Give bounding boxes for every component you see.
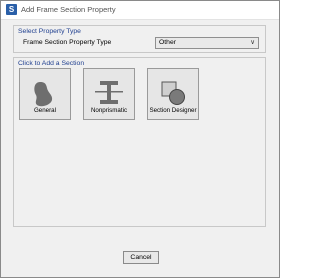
select-property-type-label: Select Property Type — [18, 28, 81, 35]
add-frame-section-property-dialog: S Add Frame Section Property Select Prop… — [0, 0, 280, 278]
dropdown-selected-value: Other — [159, 39, 176, 46]
general-button-label: General — [33, 107, 56, 114]
title-bar[interactable]: S Add Frame Section Property — [1, 1, 279, 20]
frame-section-property-type-label: Frame Section Property Type — [23, 39, 112, 46]
window-title: Add Frame Section Property — [21, 5, 116, 14]
add-section-label: Click to Add a Section — [18, 60, 85, 67]
cancel-button[interactable]: Cancel — [123, 251, 159, 264]
nonprismatic-button-label: Nonprismatic — [90, 107, 128, 114]
frame-section-property-type-dropdown[interactable]: Other ∨ — [155, 37, 259, 49]
nonprismatic-section-button[interactable]: Nonprismatic — [83, 68, 135, 120]
section-designer-button-label: Section Designer — [149, 107, 197, 114]
app-icon: S — [6, 4, 17, 15]
chevron-down-icon: ∨ — [250, 39, 255, 46]
section-designer-button[interactable]: Section Designer — [147, 68, 199, 120]
general-section-button[interactable]: General — [19, 68, 71, 120]
